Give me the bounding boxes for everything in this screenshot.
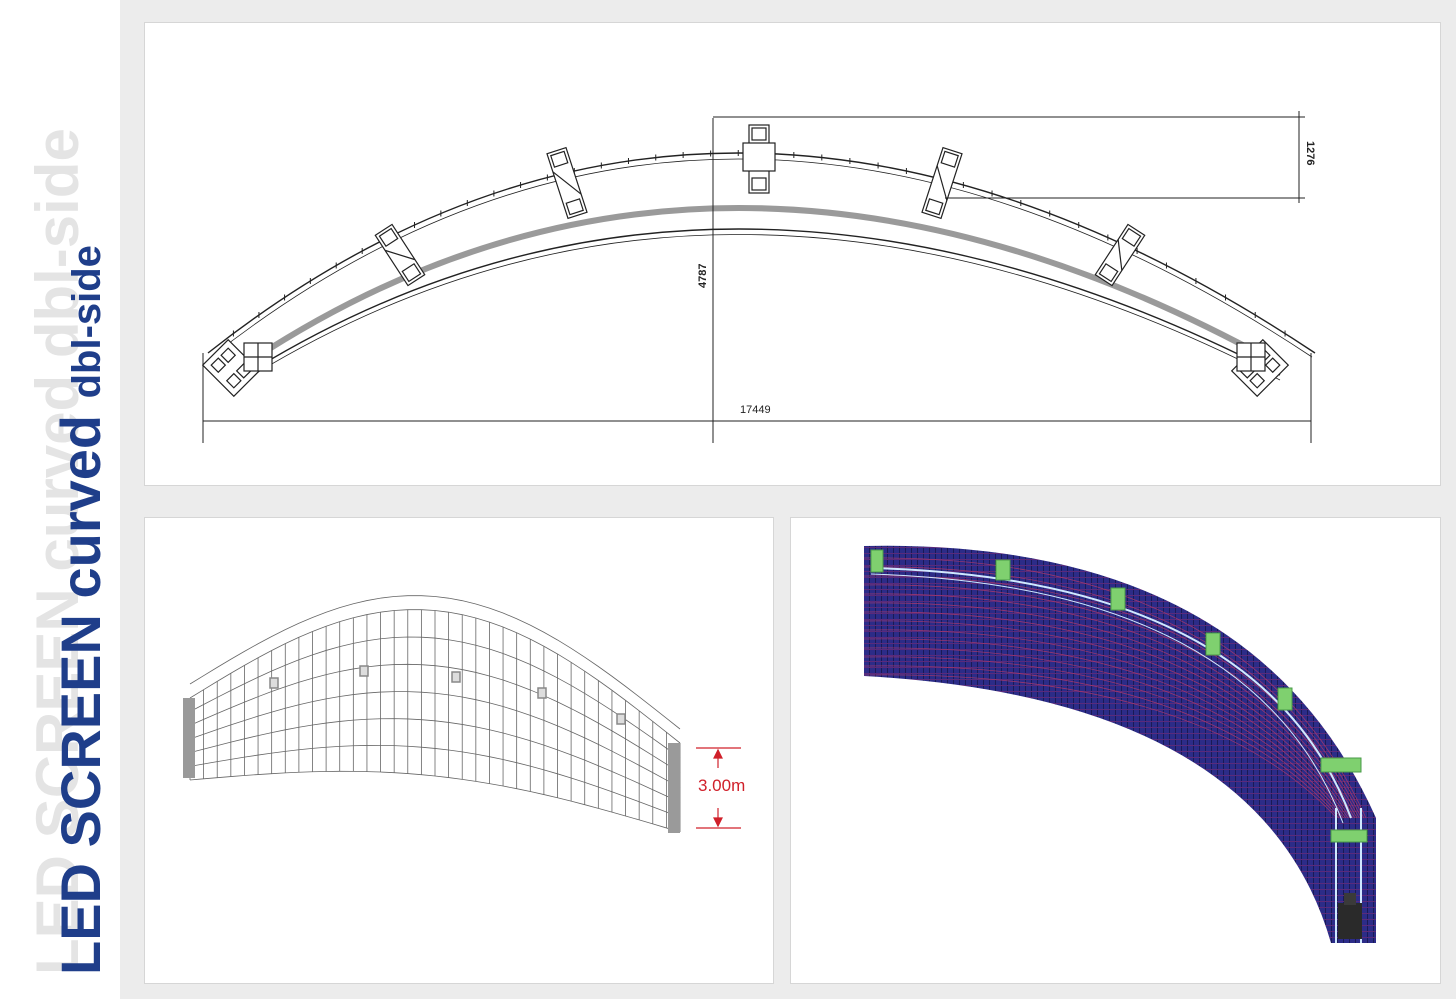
height-dim-label: 3.00m xyxy=(698,776,745,795)
wire-row xyxy=(189,770,681,833)
title-main: LED SCREEN curved xyxy=(49,415,112,975)
vertical-title: LED SCREEN curved dbl-side LED SCREEN cu… xyxy=(24,128,112,975)
plan-view-panel: 17449 4787 1276 xyxy=(144,22,1441,486)
width-dim-label: 17449 xyxy=(740,404,771,416)
wireframe-drawing: 3.00m xyxy=(183,595,745,833)
render-view-panel xyxy=(790,517,1441,984)
led-render xyxy=(864,545,1376,944)
clamp-center xyxy=(742,124,776,194)
wireframe-view-panel: 3.00m xyxy=(144,517,774,984)
end-grid-right xyxy=(1236,342,1266,372)
wire-end-towers xyxy=(183,698,680,833)
plan-view-drawing: 17449 4787 1276 xyxy=(201,111,1316,443)
wireframe-grid xyxy=(189,595,681,833)
rise-dim-label: 4787 xyxy=(697,264,709,288)
clamp-2 xyxy=(546,146,588,220)
end-grid-left xyxy=(243,342,273,372)
clamp-4 xyxy=(1094,223,1146,287)
title-side: dbl-side xyxy=(65,245,109,398)
sidebar: LED SCREEN curved dbl-side LED SCREEN cu… xyxy=(0,0,120,999)
truss-clamps xyxy=(201,124,1290,398)
depth-dim-label: 1276 xyxy=(1304,141,1316,165)
